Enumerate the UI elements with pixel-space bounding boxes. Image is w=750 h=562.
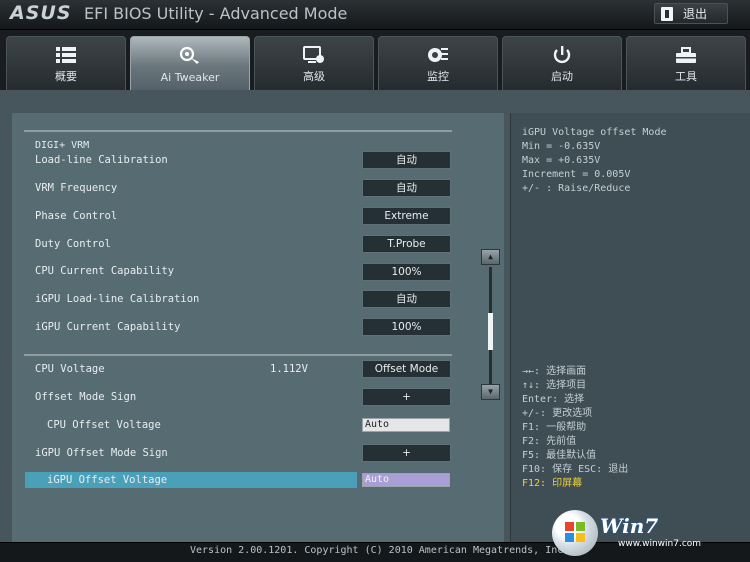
igpu-offset-voltage-input[interactable]: Auto xyxy=(362,473,450,487)
main-tabs: 概要 Ai Tweaker 高级 监控 启动 工具 xyxy=(0,36,750,90)
setting-label: CPU Voltage xyxy=(35,363,105,375)
tab-advanced-label: 高级 xyxy=(303,70,325,83)
asus-logo: ASUS xyxy=(10,2,72,24)
exit-icon xyxy=(661,6,673,21)
watermark-brand: Win7 xyxy=(600,514,659,538)
key-hint: Enter: 选择 xyxy=(522,394,585,405)
selected-setting-label: iGPU Offset Voltage xyxy=(47,474,168,486)
setting-label: iGPU Offset Mode Sign xyxy=(35,447,168,459)
help-line: Max = +0.635V xyxy=(522,155,601,166)
key-hint: ↑↓: 选择项目 xyxy=(522,380,587,391)
setting-label: Phase Control xyxy=(35,210,118,222)
setting-label: CPU Offset Voltage xyxy=(47,419,161,431)
version-text: Version 2.00.1201. Copyright (C) 2010 Am… xyxy=(190,545,570,556)
key-hint-print-screen: F12: 印屏幕 xyxy=(522,478,583,489)
app-title: EFI BIOS Utility - Advanced Mode xyxy=(84,4,348,23)
section-title: DIGI+ VRM xyxy=(35,140,90,151)
setting-label: Load-line Calibration xyxy=(35,154,168,166)
tab-advanced[interactable]: 高级 xyxy=(254,36,374,90)
title-bar: ASUS EFI BIOS Utility - Advanced Mode 退出 xyxy=(0,0,750,30)
setting-label: iGPU Current Capability xyxy=(35,321,181,333)
help-title: iGPU Voltage offset Mode xyxy=(522,127,667,138)
tab-monitor-label: 监控 xyxy=(427,70,449,83)
duty-control-button[interactable]: T.Probe xyxy=(362,235,451,253)
key-hint: F10: 保存 ESC: 退出 xyxy=(522,464,629,475)
tab-monitor[interactable]: 监控 xyxy=(378,36,498,90)
tool-icon xyxy=(676,47,696,63)
igpu-offset-mode-sign-button[interactable]: + xyxy=(362,444,451,462)
cpu-current-capability-button[interactable]: 100% xyxy=(362,263,451,281)
power-icon xyxy=(553,46,571,64)
exit-label: 退出 xyxy=(683,7,708,21)
load-line-calibration-button[interactable]: 自动 xyxy=(362,151,451,169)
help-line: Increment = 0.005V xyxy=(522,169,631,180)
scroll-down-button[interactable]: ▼ xyxy=(481,384,500,400)
tab-main[interactable]: 概要 xyxy=(6,36,126,90)
vrm-frequency-button[interactable]: 自动 xyxy=(362,179,451,197)
offset-mode-sign-button[interactable]: + xyxy=(362,388,451,406)
setting-label: iGPU Load-line Calibration xyxy=(35,293,200,305)
tab-tool[interactable]: 工具 xyxy=(626,36,746,90)
tab-boot-label: 启动 xyxy=(551,70,573,83)
help-line: +/- : Raise/Reduce xyxy=(522,183,631,194)
key-hint: F2: 先前值 xyxy=(522,436,577,447)
tab-ai-tweaker-label: Ai Tweaker xyxy=(160,71,220,84)
exit-button[interactable]: 退出 xyxy=(654,3,728,24)
ai-tweaker-icon xyxy=(179,46,199,64)
cpu-voltage-mode-button[interactable]: Offset Mode xyxy=(362,360,451,378)
scroll-thumb[interactable] xyxy=(488,313,493,350)
setting-label: Duty Control xyxy=(35,238,111,250)
setting-label: CPU Current Capability xyxy=(35,265,175,277)
key-hint: F5: 最佳默认值 xyxy=(522,450,597,461)
igpu-load-line-calibration-button[interactable]: 自动 xyxy=(362,290,451,308)
tab-boot[interactable]: 启动 xyxy=(502,36,622,90)
tab-ai-tweaker[interactable]: Ai Tweaker xyxy=(130,36,250,90)
key-hint: →←: 选择画面 xyxy=(522,366,587,377)
setting-label: Offset Mode Sign xyxy=(35,391,137,403)
watermark-url: www.winwin7.com xyxy=(618,539,702,549)
scroll-up-button[interactable]: ▲ xyxy=(481,249,500,265)
tab-tool-label: 工具 xyxy=(675,70,697,83)
setting-label: VRM Frequency xyxy=(35,182,118,194)
igpu-current-capability-button[interactable]: 100% xyxy=(362,318,451,336)
monitor-icon xyxy=(428,48,448,62)
tab-main-label: 概要 xyxy=(55,70,77,83)
cpu-offset-voltage-input[interactable]: Auto xyxy=(362,418,450,432)
list-icon xyxy=(56,47,76,63)
advanced-icon xyxy=(303,46,324,63)
scroll-down-arrow-icon: ▼ xyxy=(488,387,493,396)
key-hint: F1: 一般帮助 xyxy=(522,422,587,433)
key-hint: +/-: 更改选项 xyxy=(522,408,593,419)
phase-control-button[interactable]: Extreme xyxy=(362,207,451,225)
divider xyxy=(24,354,452,356)
scroll-up-arrow-icon: ▲ xyxy=(488,252,493,261)
watermark-logo xyxy=(552,510,598,556)
cpu-voltage-value: 1.112V xyxy=(270,363,308,375)
help-line: Min = -0.635V xyxy=(522,141,601,152)
divider xyxy=(24,130,452,132)
